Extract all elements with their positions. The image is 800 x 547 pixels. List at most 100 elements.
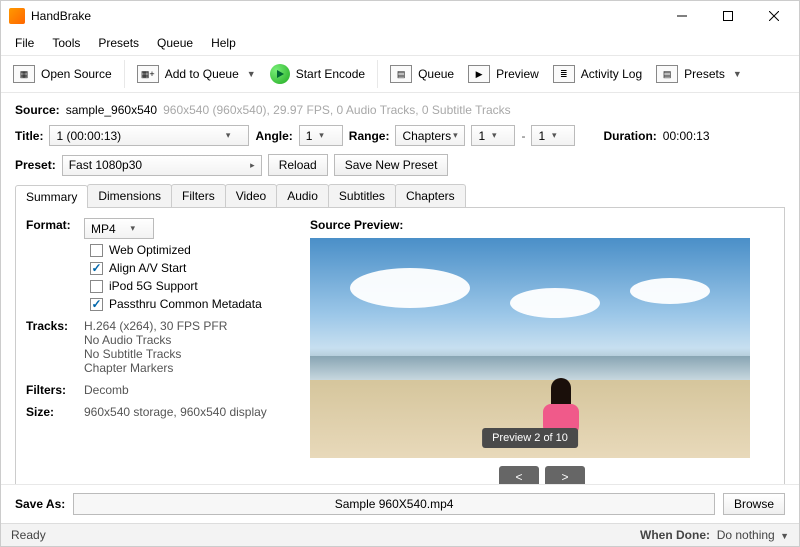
range-to-select[interactable]: 1▾ [531, 125, 575, 146]
presets-label: Presets [684, 67, 725, 81]
angle-value: 1 [306, 129, 313, 143]
cloud-shape [630, 278, 710, 304]
title-row: Title: 1 (00:00:13)▾ Angle: 1▾ Range: Ch… [15, 125, 785, 146]
source-label: Source: [15, 103, 60, 117]
start-encode-button[interactable]: Start Encode [264, 60, 371, 88]
cloud-shape [510, 288, 600, 318]
checkbox-checked-icon: ✓ [90, 262, 103, 275]
toolbar-separator [377, 60, 378, 88]
menu-queue[interactable]: Queue [149, 33, 201, 53]
checkbox-checked-icon: ✓ [90, 298, 103, 311]
save-as-input[interactable] [73, 493, 715, 515]
add-queue-icon: ▦+ [137, 65, 159, 83]
app-icon [9, 8, 25, 24]
reload-button[interactable]: Reload [268, 154, 328, 176]
checkbox-icon [90, 280, 103, 293]
when-done-label: When Done: [640, 528, 710, 542]
chevron-down-icon: ▼ [733, 69, 742, 79]
passthru-meta-checkbox[interactable]: ✓ Passthru Common Metadata [90, 297, 262, 311]
preset-select[interactable]: Fast 1080p30▸ [62, 155, 262, 176]
range-mode-select[interactable]: Chapters▾ [395, 125, 465, 146]
angle-select[interactable]: 1▾ [299, 125, 343, 146]
source-name: sample_960x540 [66, 103, 157, 117]
format-select[interactable]: MP4▾ [84, 218, 154, 239]
preview-counter-badge: Preview 2 of 10 [482, 428, 578, 448]
track-line: H.264 (x264), 30 FPS PFR [84, 319, 227, 333]
range-label: Range: [349, 129, 390, 143]
format-value: MP4 [91, 222, 116, 236]
when-done-select[interactable]: Do nothing ▼ [717, 528, 789, 542]
preview-button[interactable]: ▶ Preview [462, 61, 545, 87]
filters-value: Decomb [84, 383, 129, 397]
menu-file[interactable]: File [7, 33, 42, 53]
range-dash: - [521, 129, 525, 143]
queue-button[interactable]: ▤ Queue [384, 61, 460, 87]
toolbar: ▦Open Source ▦+ Add to Queue ▼ Start Encod… [1, 56, 799, 93]
film-icon: ▦ [13, 65, 35, 83]
align-av-checkbox[interactable]: ✓ Align A/V Start [90, 261, 262, 275]
passthru-meta-label: Passthru Common Metadata [109, 297, 262, 311]
track-line: Chapter Markers [84, 361, 227, 375]
cloud-shape [350, 268, 470, 308]
play-icon [270, 64, 290, 84]
status-bar: Ready When Done: Do nothing ▼ [1, 523, 799, 546]
open-source-button[interactable]: ▦Open Source [7, 61, 118, 87]
tabs: Summary Dimensions Filters Video Audio S… [15, 184, 785, 208]
activity-label: Activity Log [581, 67, 642, 81]
toolbar-separator [124, 60, 125, 88]
range-mode-value: Chapters [402, 129, 451, 143]
save-as-row: Save As: Browse [1, 484, 799, 523]
preview-next-button[interactable]: > [545, 466, 585, 484]
chevron-down-icon: ▼ [247, 69, 256, 79]
web-optimized-checkbox[interactable]: Web Optimized [90, 243, 262, 257]
range-to-value: 1 [538, 129, 545, 143]
tab-summary[interactable]: Summary [15, 185, 88, 208]
add-to-queue-button[interactable]: ▦+ Add to Queue ▼ [131, 61, 262, 87]
preview-icon: ▶ [468, 65, 490, 83]
start-encode-label: Start Encode [296, 67, 365, 81]
tab-dimensions[interactable]: Dimensions [87, 184, 172, 207]
ipod-checkbox[interactable]: iPod 5G Support [90, 279, 262, 293]
minimize-button[interactable] [659, 1, 705, 31]
queue-icon: ▤ [390, 65, 412, 83]
checkbox-icon [90, 244, 103, 257]
align-av-label: Align A/V Start [109, 261, 186, 275]
tab-chapters[interactable]: Chapters [395, 184, 466, 207]
save-preset-button[interactable]: Save New Preset [334, 154, 449, 176]
size-label: Size: [26, 405, 72, 419]
menu-tools[interactable]: Tools [44, 33, 88, 53]
menu-help[interactable]: Help [203, 33, 244, 53]
duration-label: Duration: [603, 129, 656, 143]
maximize-button[interactable] [705, 1, 751, 31]
menu-presets[interactable]: Presets [90, 33, 147, 53]
range-from-select[interactable]: 1▾ [471, 125, 515, 146]
chevron-down-icon: ▼ [780, 531, 789, 541]
tab-subtitles[interactable]: Subtitles [328, 184, 396, 207]
preview-image: Preview 2 of 10 [310, 238, 750, 458]
duration-value: 00:00:13 [663, 129, 710, 143]
tracks-label: Tracks: [26, 319, 72, 375]
source-preview-label: Source Preview: [310, 218, 774, 232]
filters-label: Filters: [26, 383, 72, 397]
ipod-label: iPod 5G Support [109, 279, 198, 293]
preview-label: Preview [496, 67, 539, 81]
queue-label: Queue [418, 67, 454, 81]
presets-button[interactable]: ▤Presets▼ [650, 61, 748, 87]
tab-body-summary: Format: MP4▾ Web Optimized ✓Align A/V St… [15, 208, 785, 484]
add-queue-label: Add to Queue [165, 67, 239, 81]
close-button[interactable] [751, 1, 797, 31]
source-row: Source: sample_960x540 960x540 (960x540)… [15, 103, 785, 117]
title-select[interactable]: 1 (00:00:13)▾ [49, 125, 249, 146]
tab-audio[interactable]: Audio [276, 184, 329, 207]
browse-button[interactable]: Browse [723, 493, 785, 515]
tab-filters[interactable]: Filters [171, 184, 226, 207]
activity-log-button[interactable]: ≣Activity Log [547, 61, 648, 87]
sea-shape [310, 356, 750, 380]
preview-prev-button[interactable]: < [499, 466, 539, 484]
track-line: No Subtitle Tracks [84, 347, 227, 361]
range-from-value: 1 [478, 129, 485, 143]
title-bar: HandBrake [1, 1, 799, 31]
save-as-label: Save As: [15, 497, 65, 511]
tab-video[interactable]: Video [225, 184, 277, 207]
track-line: No Audio Tracks [84, 333, 227, 347]
